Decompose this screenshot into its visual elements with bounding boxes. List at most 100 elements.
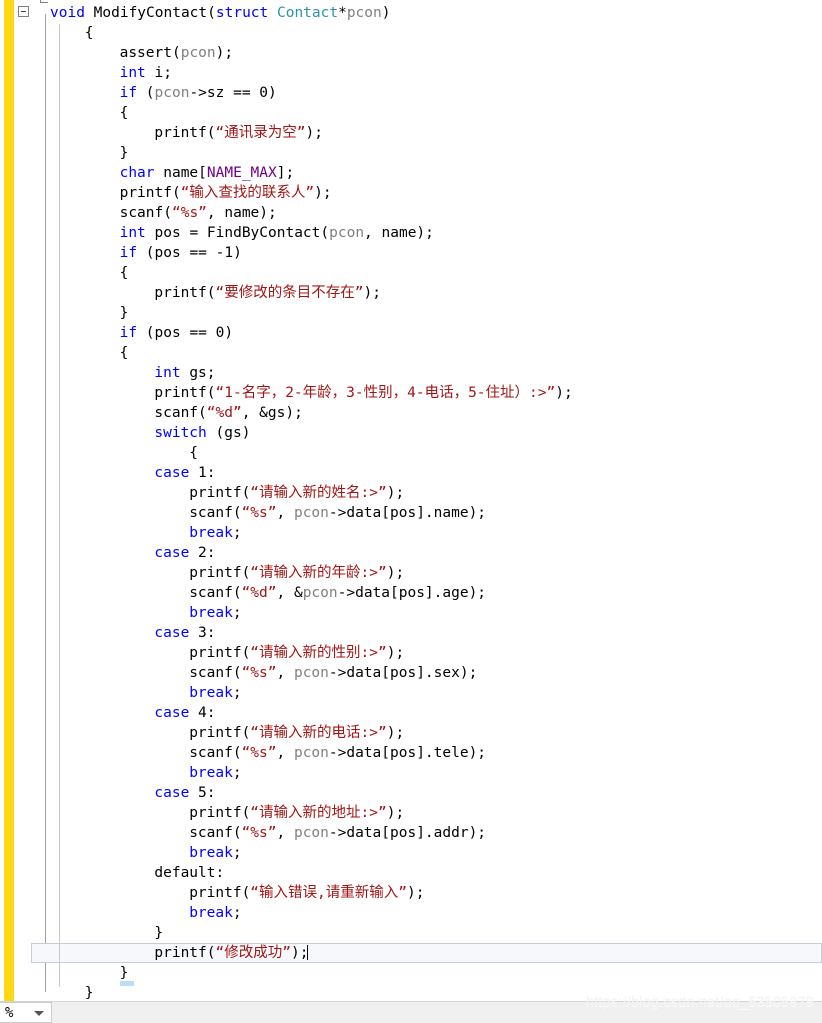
code-line[interactable]: break; xyxy=(50,763,822,783)
outlining-gutter[interactable] xyxy=(14,0,48,1001)
code-token: assert xyxy=(119,45,172,61)
code-line[interactable]: printf(“请输入新的年龄:>”); xyxy=(50,563,822,583)
code-token: ) xyxy=(381,5,391,21)
code-line[interactable]: break; xyxy=(50,683,822,703)
collapse-region-toggle-icon[interactable] xyxy=(18,6,29,17)
code-line[interactable]: } xyxy=(50,143,822,163)
code-line[interactable]: scanf(“%d”, &pcon->data[pos].age); xyxy=(50,583,822,603)
code-token: * xyxy=(338,5,347,21)
code-line-text: { xyxy=(120,265,129,281)
code-line-text: case 2: xyxy=(154,545,215,561)
code-line[interactable]: printf(“修改成功”); xyxy=(31,943,822,963)
code-line[interactable]: { xyxy=(50,343,822,363)
code-token: name[ xyxy=(154,165,207,181)
code-token: void xyxy=(50,5,94,21)
code-line[interactable]: int i; xyxy=(50,63,822,83)
code-token: ); xyxy=(290,945,309,961)
code-line-text: scanf(“%s”, pcon->data[pos].sex); xyxy=(189,665,477,681)
zoom-level-dropdown[interactable]: % xyxy=(0,1002,52,1023)
code-line[interactable]: assert(pcon); xyxy=(50,43,822,63)
code-line[interactable]: } xyxy=(50,303,822,323)
code-text-area[interactable]: void ModifyContact(struct Contact*pcon) {… xyxy=(31,0,822,1001)
code-line[interactable]: char name[NAME_MAX]; xyxy=(50,163,822,183)
code-line[interactable]: printf(“要修改的条目不存在”); xyxy=(50,283,822,303)
code-line[interactable]: int gs; xyxy=(50,363,822,383)
code-line[interactable]: printf(“请输入新的地址:>”); xyxy=(50,803,822,823)
chevron-down-icon[interactable] xyxy=(34,1011,44,1016)
code-token: { xyxy=(84,25,94,41)
code-line[interactable]: case 1: xyxy=(50,463,822,483)
code-line[interactable]: printf(“请输入新的性别:>”); xyxy=(50,643,822,663)
code-line[interactable]: printf(“请输入新的姓名:>”); xyxy=(50,483,822,503)
code-line[interactable]: scanf(“%s”, pcon->data[pos].tele); xyxy=(50,743,822,763)
code-token: struct xyxy=(215,5,277,21)
code-line[interactable]: break; xyxy=(50,523,822,543)
code-line-text: int gs; xyxy=(154,365,215,381)
code-line[interactable]: printf(“1-名字，2-年龄，3-性别，4-电话，5-住址）:>”); xyxy=(50,383,822,403)
code-token: ); xyxy=(386,485,405,501)
code-line[interactable]: case 4: xyxy=(50,703,822,723)
code-token: printf( xyxy=(119,185,181,201)
code-line-text: scanf(“%s”, pcon->data[pos].addr); xyxy=(189,825,486,841)
code-line-text: break; xyxy=(189,525,241,541)
code-line[interactable]: scanf(“%s”, name); xyxy=(50,203,822,223)
code-token: scanf( xyxy=(189,665,242,681)
code-line[interactable]: printf(“通讯录为空”); xyxy=(50,123,822,143)
code-token: if xyxy=(119,325,138,341)
code-token: , name); xyxy=(364,225,434,241)
code-token: “请输入新的姓名:>” xyxy=(250,485,387,501)
code-token: 4: xyxy=(189,705,216,721)
code-token: ); xyxy=(363,285,381,301)
code-line[interactable]: { xyxy=(50,263,822,283)
code-token: ); xyxy=(555,385,573,401)
outline-top-stub xyxy=(40,0,48,3)
code-line[interactable]: if (pcon->sz == 0) xyxy=(50,83,822,103)
code-line[interactable]: case 5: xyxy=(50,783,822,803)
code-line[interactable]: case 3: xyxy=(50,623,822,643)
code-token: ]; xyxy=(276,165,295,181)
code-line[interactable]: printf(“输入错误,请重新输入”); xyxy=(50,883,822,903)
code-token: break xyxy=(189,605,233,621)
code-token: printf( xyxy=(189,885,251,901)
code-token: { xyxy=(119,105,129,121)
code-token: “修改成功” xyxy=(215,945,291,961)
code-line-text: } xyxy=(120,145,129,161)
code-token: case xyxy=(154,545,190,561)
code-token: 5: xyxy=(189,785,216,801)
code-line[interactable]: if (pos == -1) xyxy=(50,243,822,263)
code-token: “请输入新的年龄:>” xyxy=(250,565,387,581)
code-line[interactable]: if (pos == 0) xyxy=(50,323,822,343)
code-line[interactable]: break; xyxy=(50,603,822,623)
code-line[interactable]: } xyxy=(50,923,822,943)
code-token: gs; xyxy=(180,365,216,381)
code-line[interactable]: void ModifyContact(struct Contact*pcon) xyxy=(50,3,822,23)
code-line[interactable]: switch (gs) xyxy=(50,423,822,443)
code-line[interactable]: scanf(“%s”, pcon->data[pos].name); xyxy=(50,503,822,523)
code-line[interactable]: break; xyxy=(50,843,822,863)
code-line[interactable]: printf(“输入查找的联系人”); xyxy=(50,183,822,203)
code-token: ModifyContact( xyxy=(93,5,216,21)
code-line[interactable]: scanf(“%s”, pcon->data[pos].sex); xyxy=(50,663,822,683)
code-line[interactable]: default: xyxy=(50,863,822,883)
code-token: printf( xyxy=(189,565,251,581)
code-line[interactable]: { xyxy=(50,103,822,123)
code-token: ->data[pos].addr); xyxy=(328,825,487,841)
code-token: { xyxy=(189,445,198,461)
code-line[interactable]: scanf(“%d”, &gs); xyxy=(50,403,822,423)
code-line[interactable]: scanf(“%s”, pcon->data[pos].addr); xyxy=(50,823,822,843)
code-line-text: case 4: xyxy=(154,705,215,721)
code-line[interactable]: { xyxy=(50,443,822,463)
code-token: { xyxy=(119,345,129,361)
code-token: scanf( xyxy=(189,745,242,761)
code-token: ; xyxy=(232,525,242,541)
code-token: pcon xyxy=(180,45,216,61)
code-token: ); xyxy=(386,645,405,661)
code-line[interactable]: } xyxy=(50,963,822,986)
code-line[interactable]: printf(“请输入新的电话:>”); xyxy=(50,723,822,743)
code-token: scanf( xyxy=(154,405,207,421)
code-line[interactable]: break; xyxy=(50,903,822,923)
code-line[interactable]: case 2: xyxy=(50,543,822,563)
code-line[interactable]: { xyxy=(50,23,822,43)
code-token: ; xyxy=(232,765,242,781)
code-line[interactable]: int pos = FindByContact(pcon, name); xyxy=(50,223,822,243)
